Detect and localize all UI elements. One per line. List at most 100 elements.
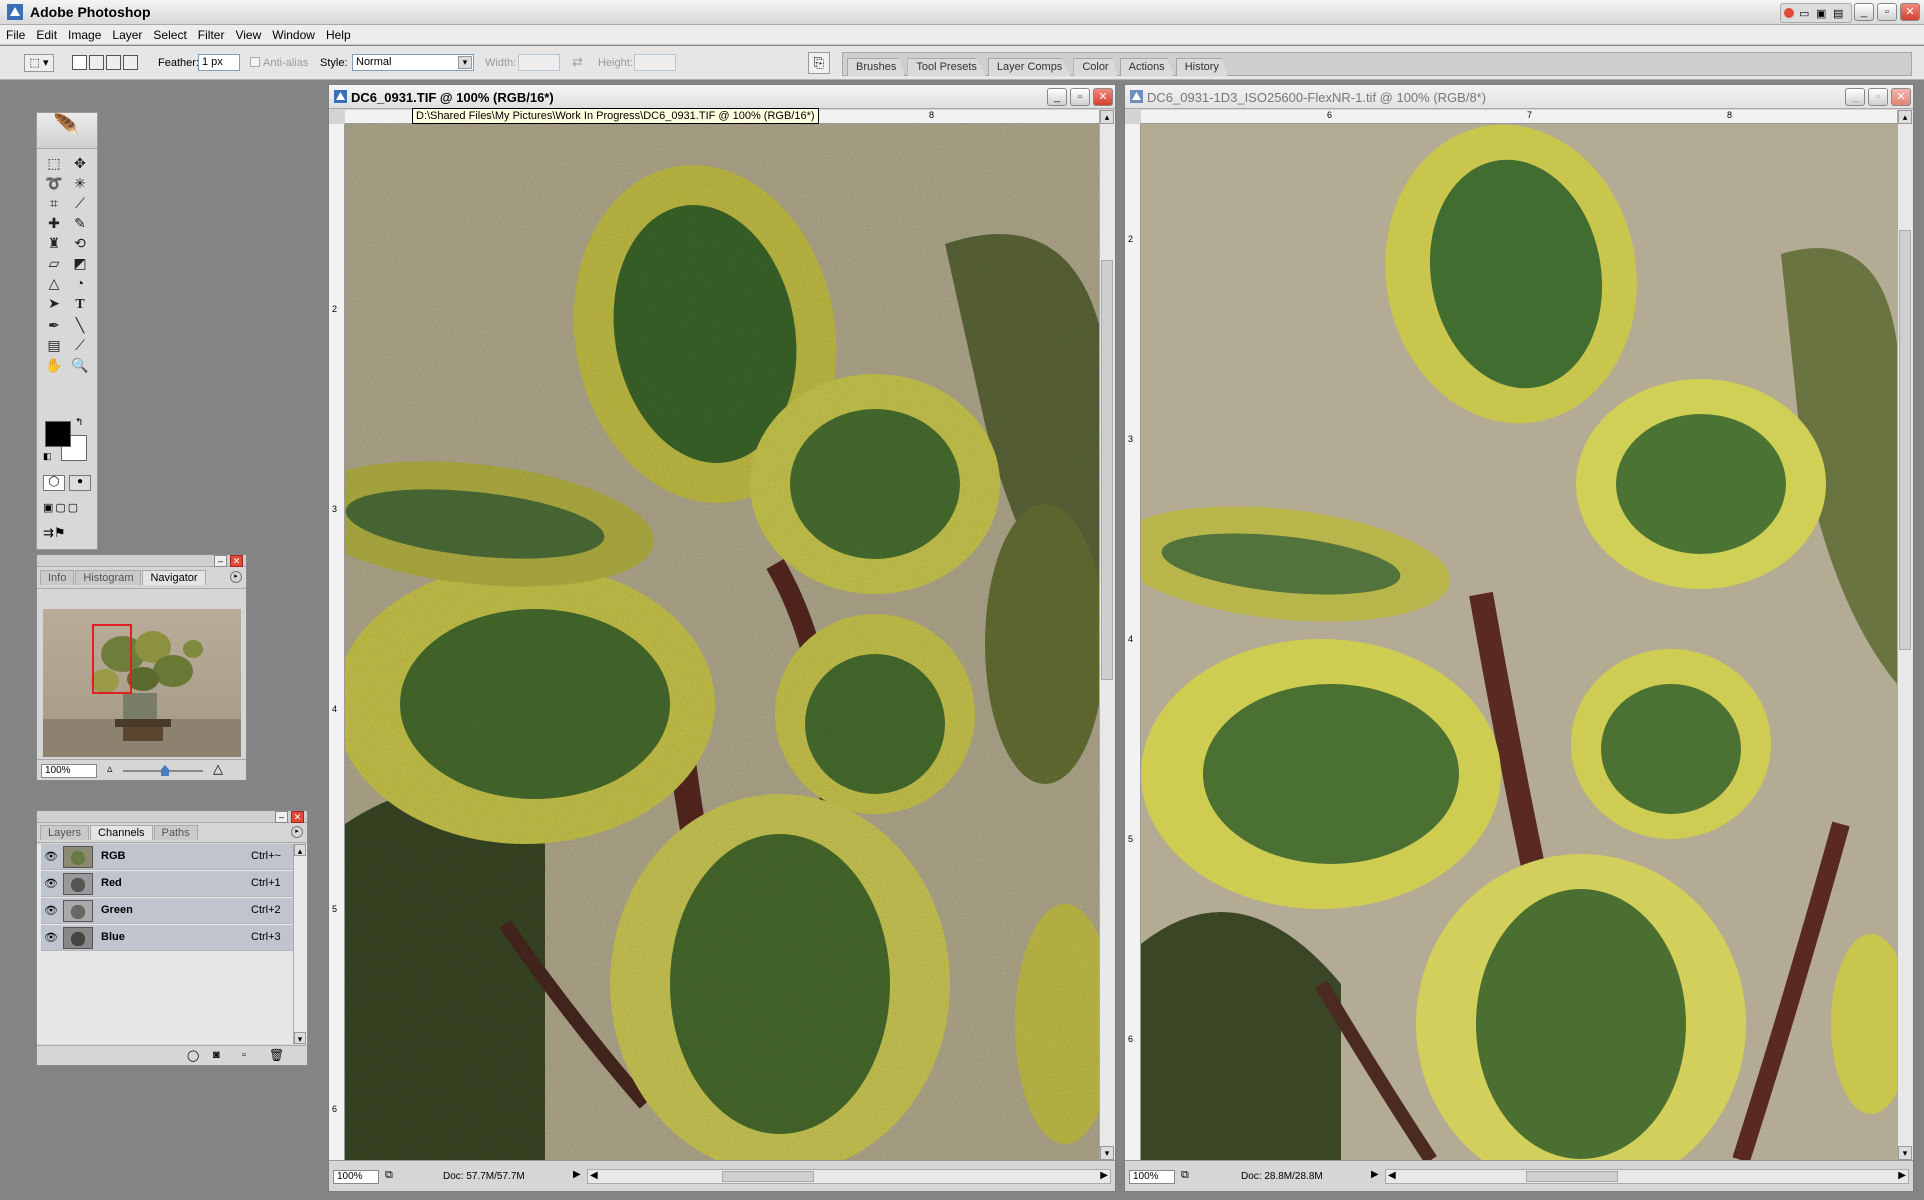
new-selection-icon[interactable] — [72, 55, 87, 70]
file-browser-icon[interactable]: ⎘ — [808, 52, 830, 74]
scroll-down-icon[interactable]: ▾ — [1898, 1146, 1912, 1160]
well-tab-actions[interactable]: Actions — [1119, 58, 1174, 76]
hand-tool-icon[interactable]: ✋ — [41, 355, 67, 375]
document-1-title-bar[interactable]: DC6_0931.TIF @ 100% (RGB/16*) _ ▫ ✕ — [329, 85, 1115, 109]
visibility-eye-icon[interactable]: 👁 — [44, 850, 58, 864]
document-2-horizontal-scrollbar[interactable]: ◀ ▶ — [1385, 1169, 1909, 1184]
tab-channels[interactable]: Channels — [90, 825, 153, 840]
zoom-out-icon[interactable]: ▵ — [107, 762, 113, 775]
scroll-thumb[interactable] — [1526, 1171, 1618, 1182]
maximize-button[interactable]: ▫ — [1877, 3, 1897, 21]
well-tab-tool-presets[interactable]: Tool Presets — [907, 58, 986, 76]
doc1-minimize-button[interactable]: _ — [1047, 88, 1067, 106]
path-selection-tool-icon[interactable]: ➤ — [41, 293, 67, 313]
doc1-close-button[interactable]: ✕ — [1093, 88, 1113, 106]
tab-histogram[interactable]: Histogram — [75, 570, 142, 585]
status-info-icon[interactable]: ⧉ — [1181, 1169, 1189, 1182]
menu-filter[interactable]: Filter — [192, 25, 230, 42]
save-selection-icon[interactable]: ◙ — [213, 1049, 220, 1061]
tab-navigator[interactable]: Navigator — [142, 570, 206, 585]
horizontal-ruler[interactable]: 6 7 8 — [1141, 110, 1897, 124]
menu-select[interactable]: Select — [147, 25, 191, 42]
zoom-tool-icon[interactable]: 🔍 — [67, 355, 93, 375]
channels-close-button[interactable]: ✕ — [291, 811, 304, 823]
channel-row-red[interactable]: 👁 Red Ctrl+1 — [41, 871, 293, 897]
tab-layers[interactable]: Layers — [40, 825, 90, 840]
zoom-slider-thumb[interactable] — [161, 765, 169, 776]
document-1-horizontal-scrollbar[interactable]: ◀ ▶ — [587, 1169, 1111, 1184]
scroll-up-icon[interactable]: ▴ — [294, 844, 306, 856]
slice-tool-icon[interactable]: ⟋ — [67, 193, 93, 213]
menu-edit[interactable]: Edit — [30, 25, 62, 42]
visibility-eye-icon[interactable]: 👁 — [44, 931, 58, 945]
jump-to-imageready-icon[interactable]: ⇉⚑ — [43, 525, 93, 543]
default-colors-icon[interactable]: ◧ — [43, 451, 52, 462]
menu-file[interactable]: File — [0, 25, 30, 42]
status-info-icon[interactable]: ⧉ — [385, 1169, 393, 1182]
scroll-thumb[interactable] — [722, 1171, 814, 1182]
vertical-ruler[interactable]: 2 3 4 5 6 — [1125, 124, 1141, 1160]
document-2-vertical-scrollbar[interactable]: ▴ ▾ — [1897, 110, 1913, 1160]
height-input[interactable] — [634, 54, 676, 71]
history-brush-tool-icon[interactable]: ⟲ — [67, 233, 93, 253]
scroll-left-icon[interactable]: ◀ — [1388, 1170, 1396, 1181]
style-select[interactable]: Normal ▾ — [352, 54, 474, 71]
intersect-selection-icon[interactable] — [123, 55, 138, 70]
antialias-checkbox[interactable] — [250, 57, 260, 67]
clone-stamp-tool-icon[interactable]: ♜ — [41, 233, 67, 253]
minimize-button[interactable]: _ — [1854, 3, 1874, 21]
channel-row-rgb[interactable]: 👁 RGB Ctrl+~ — [41, 844, 293, 870]
line-tool-icon[interactable]: ╲ — [67, 315, 93, 335]
menu-help[interactable]: Help — [320, 25, 356, 42]
menu-layer[interactable]: Layer — [106, 25, 147, 42]
document-2-title-bar[interactable]: DC6_0931-1D3_ISO25600-FlexNR-1.tif @ 100… — [1125, 85, 1913, 109]
notes-tool-icon[interactable]: ▤ — [41, 335, 67, 355]
tool-preset-picker[interactable]: ⬚ ▾ — [24, 54, 54, 72]
menu-window[interactable]: Window — [266, 25, 320, 42]
scroll-right-icon[interactable]: ▶ — [1898, 1170, 1906, 1181]
paint-bucket-tool-icon[interactable]: ◩ — [67, 253, 93, 273]
doc2-close-button[interactable]: ✕ — [1891, 88, 1911, 106]
panel-menu-icon[interactable]: ▸ — [230, 571, 242, 583]
dodge-tool-icon[interactable]: ◔ — [67, 273, 93, 293]
swap-icon[interactable]: ⇄ — [572, 54, 583, 70]
eyedropper-tool-icon[interactable]: ⟋ — [67, 335, 93, 355]
marquee-tool-icon[interactable]: ⬚ — [41, 153, 67, 173]
navigator-minimize-button[interactable]: – — [214, 555, 227, 567]
navigator-zoom-input[interactable]: 100% — [41, 764, 97, 778]
scroll-down-icon[interactable]: ▾ — [1100, 1146, 1114, 1160]
brush-tool-icon[interactable]: ✎ — [67, 213, 93, 233]
visibility-eye-icon[interactable]: 👁 — [44, 904, 58, 918]
restore-icon[interactable]: ▣ — [1816, 7, 1826, 20]
pen-tool-icon[interactable]: ✒ — [41, 315, 67, 335]
doc2-maximize-button[interactable]: ▫ — [1868, 88, 1888, 106]
feather-input[interactable]: 1 px — [198, 54, 240, 71]
healing-brush-tool-icon[interactable]: ✚ — [41, 213, 67, 233]
screen-mode-icons[interactable]: ▣▢▢ — [43, 501, 93, 517]
document-1-vertical-scrollbar[interactable]: ▴ ▾ — [1099, 110, 1115, 1160]
menu-image[interactable]: Image — [62, 25, 106, 42]
crop-tool-icon[interactable]: ⌗ — [41, 193, 67, 213]
load-selection-icon[interactable]: ◯ — [187, 1049, 199, 1062]
chevron-down-icon[interactable]: ▾ — [458, 56, 472, 69]
record-icon[interactable] — [1784, 8, 1794, 18]
well-tab-layer-comps[interactable]: Layer Comps — [987, 58, 1072, 76]
navigator-close-button[interactable]: ✕ — [230, 555, 243, 567]
channels-minimize-button[interactable]: – — [275, 811, 288, 823]
status-menu-arrow-icon[interactable]: ▶ — [573, 1169, 581, 1180]
channel-row-blue[interactable]: 👁 Blue Ctrl+3 — [41, 925, 293, 951]
channel-row-green[interactable]: 👁 Green Ctrl+2 — [41, 898, 293, 924]
document-1-canvas[interactable] — [345, 124, 1099, 1160]
document-2-canvas[interactable] — [1141, 124, 1897, 1160]
document-2-zoom-input[interactable]: 100% — [1129, 1170, 1175, 1184]
channel-list-scrollbar[interactable]: ▴ ▾ — [293, 844, 307, 1044]
quick-mask-mode-icon[interactable]: ● — [69, 475, 91, 491]
scroll-thumb[interactable] — [1899, 230, 1911, 650]
subtract-selection-icon[interactable] — [106, 55, 121, 70]
move-tool-icon[interactable]: ✥ — [67, 153, 93, 173]
lasso-tool-icon[interactable]: ➰ — [41, 173, 67, 193]
well-tab-color[interactable]: Color — [1073, 58, 1118, 76]
add-selection-icon[interactable] — [89, 55, 104, 70]
well-tab-history[interactable]: History — [1175, 58, 1228, 76]
eraser-tool-icon[interactable]: ▱ — [41, 253, 67, 273]
